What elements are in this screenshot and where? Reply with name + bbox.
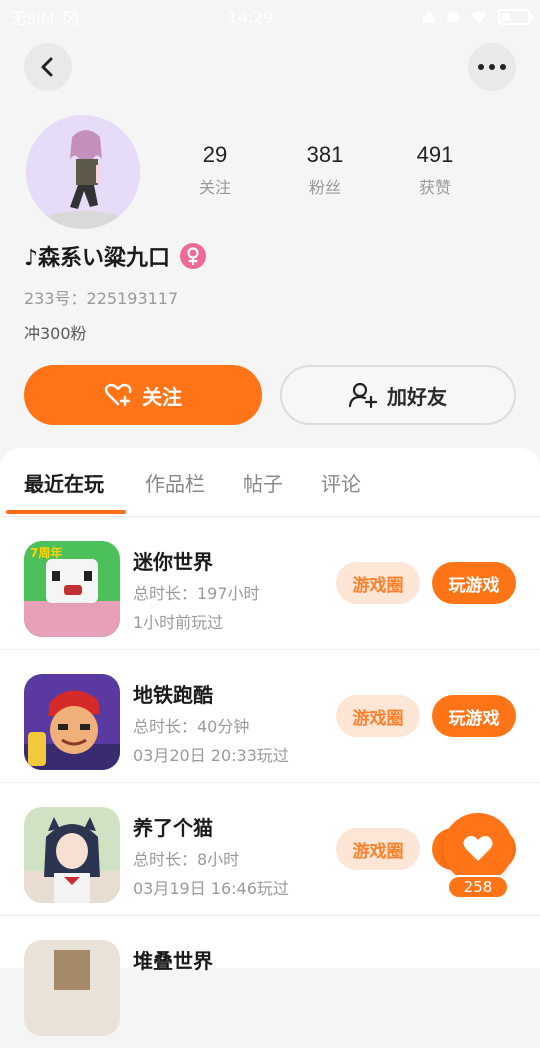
follow-label: 关注: [142, 384, 182, 409]
game-last-played: 03月20日 20:33玩过: [133, 746, 289, 765]
game-icon: [24, 674, 120, 770]
alarm-icon: [447, 11, 459, 23]
stat-following[interactable]: 29 关注: [160, 142, 270, 198]
play-game-button[interactable]: 玩游戏: [432, 562, 516, 604]
carrier-extra: 冈: [62, 9, 79, 28]
status-bar: 无SIM 冈 14:29: [0, 0, 540, 34]
user-bio: 冲300粉: [24, 324, 87, 343]
tab-bar: 最近在玩 作品栏 帖子 评论: [0, 448, 540, 517]
status-right: [422, 9, 533, 25]
game-item-subway-surfers[interactable]: 地铁跑酷 总时长：40分钟 03月20日 20:33玩过 游戏圈 玩游戏: [0, 649, 540, 783]
game-title: 养了个猫: [133, 816, 213, 840]
game-last-played: 03月19日 16:46玩过: [133, 879, 289, 898]
tab-works[interactable]: 作品栏: [145, 468, 205, 497]
stat-label: 获赞: [418, 178, 451, 197]
heart-plus-icon: [104, 383, 132, 407]
tab-posts[interactable]: 帖子: [243, 468, 283, 497]
stat-likes[interactable]: 491 获赞: [380, 142, 490, 198]
wifi-icon: [471, 11, 487, 23]
more-dots-icon: [478, 64, 506, 70]
clock: 14:29: [227, 7, 274, 27]
game-last-played: 1小时前玩过: [133, 613, 224, 632]
game-circle-button[interactable]: 游戏圈: [336, 828, 420, 870]
tab-indicator: [6, 510, 126, 514]
game-duration: 总时长：40分钟: [133, 717, 250, 736]
svg-text:7周年: 7周年: [30, 545, 62, 560]
game-circle-button[interactable]: 游戏圈: [336, 695, 420, 737]
status-left: 无SIM 冈: [10, 5, 79, 29]
more-button[interactable]: [468, 43, 516, 91]
carrier-text: 无SIM: [10, 9, 55, 28]
like-count-badge: 258: [447, 875, 509, 899]
back-button[interactable]: [24, 43, 72, 91]
name-row: ♪森系い粱九口: [24, 240, 207, 272]
game-duration: 总时长：8小时: [133, 850, 240, 869]
tab-recent[interactable]: 最近在玩: [24, 468, 104, 497]
heart-icon: [463, 835, 493, 861]
game-circle-button[interactable]: 游戏圈: [336, 562, 420, 604]
chevron-left-icon: [41, 57, 53, 77]
avatar[interactable]: [26, 115, 140, 229]
game-title: 地铁跑酷: [133, 683, 213, 707]
user-id: 233号：225193117: [24, 289, 179, 308]
play-game-button[interactable]: 玩游戏: [432, 695, 516, 737]
add-friend-label: 加好友: [387, 384, 447, 409]
female-icon: [180, 243, 207, 269]
user-plus-icon: [349, 382, 377, 408]
battery-icon: [498, 9, 533, 25]
game-title: 迷你世界: [133, 550, 213, 574]
tab-comments[interactable]: 评论: [321, 468, 361, 497]
game-item-mini-world[interactable]: 7周年 迷你世界 总时长：197小时 1小时前玩过 游戏圈 玩游戏: [0, 516, 540, 650]
follow-button[interactable]: 关注: [24, 365, 262, 425]
add-friend-button[interactable]: 加好友: [280, 365, 516, 425]
stat-label: 关注: [198, 178, 231, 197]
stat-value: 491: [416, 142, 454, 167]
stat-label: 粉丝: [308, 178, 341, 197]
stat-value: 381: [306, 142, 344, 167]
user-name: ♪森系い粱九口: [24, 246, 171, 271]
game-duration: 总时长：197小时: [133, 584, 260, 603]
floating-like-button[interactable]: [443, 813, 513, 883]
game-icon: 7周年: [24, 541, 120, 637]
home-icon: [423, 11, 435, 23]
game-icon: [24, 940, 120, 1036]
game-icon: [24, 807, 120, 903]
avatar-illustration: [26, 115, 140, 229]
stat-value: 29: [202, 142, 228, 167]
stat-fans[interactable]: 381 粉丝: [270, 142, 380, 198]
profile-stats: 29 关注 381 粉丝 491 获赞: [160, 142, 500, 198]
game-item-stack-world[interactable]: 堆叠世界: [0, 915, 540, 1048]
